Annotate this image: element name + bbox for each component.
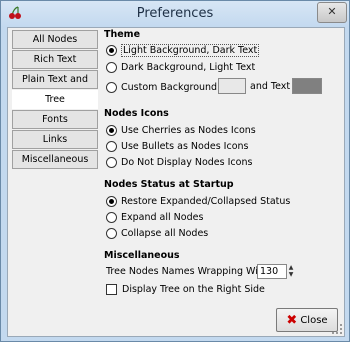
preferences-window: Preferences ✕ All Nodes Rich Text Plain … bbox=[0, 0, 350, 342]
tab-tree[interactable]: Tree bbox=[12, 90, 98, 109]
theme-option-dark-bg[interactable]: Dark Background, Light Text bbox=[106, 60, 255, 74]
custom-text-color-button[interactable] bbox=[292, 78, 322, 94]
tab-miscellaneous[interactable]: Miscellaneous bbox=[12, 150, 98, 169]
radio[interactable] bbox=[106, 61, 117, 73]
close-button[interactable]: ✖ Close bbox=[276, 308, 338, 332]
close-icon: ✖ bbox=[286, 312, 298, 328]
icons-option-cherries[interactable]: Use Cherries as Nodes Icons bbox=[106, 123, 256, 137]
tab-links[interactable]: Links bbox=[12, 130, 98, 149]
close-icon: ✕ bbox=[327, 5, 337, 18]
icons-option-none[interactable]: Do Not Display Nodes Icons bbox=[106, 155, 252, 169]
theme-option-dark-bg-label: Dark Background, Light Text bbox=[121, 61, 256, 73]
spin-up-icon[interactable]: ▲ bbox=[287, 264, 295, 271]
startup-option-restore-label: Restore Expanded/Collapsed Status bbox=[121, 195, 291, 207]
tab-plain-text-and-code[interactable]: Plain Text and Code bbox=[12, 70, 98, 102]
radio-selected[interactable] bbox=[106, 44, 117, 56]
radio[interactable] bbox=[106, 227, 117, 239]
window-title: Preferences bbox=[136, 6, 214, 21]
wrap-width-input[interactable]: 130 bbox=[257, 264, 287, 279]
theme-option-custom[interactable]: Custom Background bbox=[106, 80, 217, 94]
radio-selected[interactable] bbox=[106, 195, 117, 207]
theme-option-custom-label: Custom Background bbox=[121, 81, 218, 93]
spin-down-icon[interactable]: ▼ bbox=[287, 271, 295, 278]
icons-option-cherries-label: Use Cherries as Nodes Icons bbox=[121, 124, 256, 136]
tab-fonts[interactable]: Fonts bbox=[12, 110, 98, 129]
misc-heading: Miscellaneous bbox=[104, 250, 180, 261]
nodes-icons-heading: Nodes Icons bbox=[104, 108, 169, 119]
startup-option-expand[interactable]: Expand all Nodes bbox=[106, 210, 203, 224]
icons-option-bullets[interactable]: Use Bullets as Nodes Icons bbox=[106, 139, 249, 153]
wrap-width-label: Tree Nodes Names Wrapping Width bbox=[106, 266, 274, 277]
startup-heading: Nodes Status at Startup bbox=[104, 179, 234, 190]
custom-background-color-button[interactable] bbox=[218, 78, 246, 94]
theme-option-light-bg-label: Light Background, Dark Text bbox=[121, 43, 260, 57]
dialog-footer: ✖ Close bbox=[8, 306, 344, 336]
startup-option-collapse-label: Collapse all Nodes bbox=[121, 227, 209, 239]
radio[interactable] bbox=[106, 211, 117, 223]
theme-option-light-bg[interactable]: Light Background, Dark Text bbox=[106, 43, 260, 57]
wrap-width-spinner[interactable]: ▲ ▼ bbox=[287, 264, 295, 279]
tab-rich-text[interactable]: Rich Text bbox=[12, 50, 98, 69]
resize-grip[interactable] bbox=[332, 324, 342, 334]
radio[interactable] bbox=[106, 81, 117, 93]
dialog-body: All Nodes Rich Text Plain Text and Code … bbox=[7, 27, 345, 337]
icons-option-none-label: Do Not Display Nodes Icons bbox=[121, 156, 253, 168]
tab-all-nodes[interactable]: All Nodes bbox=[12, 30, 98, 49]
title-bar[interactable]: Preferences ✕ bbox=[1, 1, 349, 27]
right-side-label: Display Tree on the Right Side bbox=[122, 283, 265, 295]
radio[interactable] bbox=[106, 140, 117, 152]
radio[interactable] bbox=[106, 156, 117, 168]
radio-selected[interactable] bbox=[106, 124, 117, 136]
icons-option-bullets-label: Use Bullets as Nodes Icons bbox=[121, 140, 249, 152]
theme-heading: Theme bbox=[104, 29, 141, 40]
right-side-checkbox[interactable] bbox=[106, 283, 117, 295]
startup-option-restore[interactable]: Restore Expanded/Collapsed Status bbox=[106, 194, 290, 208]
close-button-label: Close bbox=[300, 314, 328, 326]
startup-option-collapse[interactable]: Collapse all Nodes bbox=[106, 226, 208, 240]
and-text-label: and Text bbox=[250, 81, 291, 92]
right-side-option[interactable]: Display Tree on the Right Side bbox=[106, 282, 265, 296]
window-close-button[interactable]: ✕ bbox=[317, 2, 347, 23]
startup-option-expand-label: Expand all Nodes bbox=[121, 211, 204, 223]
